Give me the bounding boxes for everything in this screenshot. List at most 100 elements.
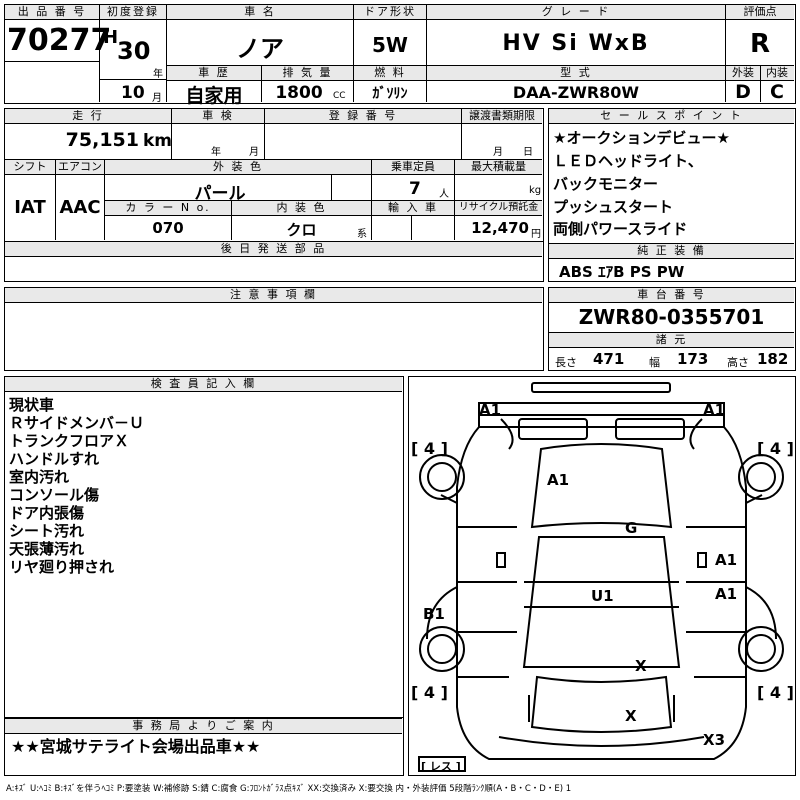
notes-block: 注 意 事 項 欄: [4, 287, 544, 371]
model-label: 型 式: [427, 66, 725, 81]
damage-a1-right-front-door: A1: [715, 551, 738, 569]
displacement: 1800: [275, 83, 323, 103]
interior-color: クロ: [286, 221, 317, 239]
model: DAA-ZWR80W: [512, 83, 640, 102]
interior-color-label: 内 装 色: [232, 201, 371, 216]
load-label: 最大積載量: [455, 160, 542, 175]
tire-rear-left: [ 4 ]: [411, 683, 448, 702]
damage-x3-rear-right: X3: [703, 731, 726, 749]
inspector-label: 検 査 員 記 入 欄: [5, 377, 402, 392]
inspector-note: リヤ廻り押され: [9, 558, 115, 576]
damage-a1-front-right: A1: [703, 401, 726, 419]
sales-point-item: ＬＥＤヘッドライト、: [553, 152, 703, 170]
inspector-note: シート汚れ: [9, 522, 85, 540]
height-label: 高さ: [727, 356, 749, 369]
color-no-label: カ ラ ー N o.: [105, 201, 231, 216]
grade-label: グ レ ー ド: [427, 5, 725, 20]
ac-label: エアコン: [56, 160, 104, 175]
office-label: 事 務 局 よ り ご 案 内: [5, 718, 402, 734]
lot-no: 70277: [7, 23, 112, 58]
first-reg-label: 初度登録: [100, 5, 166, 20]
later-parts-label: 後 日 発 送 部 品: [5, 242, 542, 257]
chassis-block: 車 台 番 号 ZWR80-0355701 諸 元 長さ 471 幅 173 高…: [548, 287, 796, 371]
capacity-label: 乗車定員: [372, 160, 454, 175]
history: 自家用: [185, 85, 243, 107]
grade: HV Si WxB: [502, 31, 650, 56]
spec-label: 諸 元: [549, 333, 794, 348]
inspector-note: ドア内張傷: [9, 504, 85, 522]
damage-x-rear-panel: X: [635, 657, 647, 675]
inspector-note: コンソール傷: [9, 486, 100, 504]
displacement-unit: CC: [333, 91, 346, 101]
inspector-note: 天張薄汚れ: [9, 540, 85, 558]
interior-label: 内装: [760, 66, 794, 81]
sales-points-label: セ ー ル ス ポ イ ン ト: [549, 109, 794, 124]
color-label: 外 装 色: [105, 160, 371, 175]
sales-point-item: ★オークションデビュー★: [553, 129, 730, 147]
transfer-label: 譲渡書類期限: [462, 109, 542, 124]
damage-u1-roof: U1: [591, 587, 614, 605]
tire-rear-right: [ 4 ]: [757, 683, 794, 702]
length-label: 長さ: [555, 356, 577, 369]
inspection-year-unit: 年: [211, 147, 221, 158]
inspector-block: 検 査 員 記 入 欄 現状車 Ｒサイドメンバ－Ｕ トランクフロアＸ ハンドルす…: [4, 376, 404, 718]
office-message: ★★宮城サテライト会場出品車★★: [11, 737, 261, 756]
shift-label: シフト: [5, 160, 55, 175]
damage-g-windshield: G: [625, 519, 638, 537]
shift: IAT: [14, 197, 46, 218]
ac: AAC: [59, 197, 101, 218]
legend: A:ｷｽﾞ U:ﾍｺﾐ B:ｷｽﾞを伴うﾍｺﾐ P:要塗装 W:補修跡 S:錆 …: [6, 784, 572, 794]
damage-a1-right-rear-door: A1: [715, 585, 738, 603]
tire-front-right: [ 4 ]: [757, 439, 794, 458]
equipment-label: 純 正 装 備: [549, 244, 794, 259]
car-body-outline: [418, 382, 784, 772]
equipment: ABS ｴｱB PS PW: [559, 263, 685, 281]
score-label: 評価点: [726, 5, 794, 20]
reg-no-label: 登 録 番 号: [265, 109, 461, 124]
displacement-label: 排 気 量: [262, 66, 353, 81]
vehicle-info-block: 走 行 75,151 km 車 検 年 月 登 録 番 号 譲渡書類期限 月 日…: [4, 108, 544, 242]
transfer-month-unit: 月: [493, 147, 503, 158]
exterior-score: D: [735, 81, 751, 103]
inspector-note: 室内汚れ: [9, 468, 70, 486]
car-name: ノア: [236, 35, 284, 63]
interior-score: C: [770, 81, 784, 103]
length: 471: [593, 350, 625, 368]
lot-no-label: 出 品 番 号: [5, 5, 99, 20]
history-label: 車 歴: [167, 66, 261, 81]
capacity-unit: 人: [439, 189, 449, 200]
door-label: ドア形状: [354, 5, 426, 20]
year-unit: 年: [153, 69, 163, 80]
inspector-note: 現状車: [9, 396, 55, 414]
height: 182: [757, 350, 789, 368]
interior-color-unit: 系: [357, 229, 367, 240]
spare-tire: [ レス ]: [421, 760, 461, 773]
recycle-unit: 円: [531, 229, 541, 240]
damage-a1-front-left: A1: [479, 401, 502, 419]
door: 5W: [372, 33, 408, 57]
recycle: 12,470: [471, 219, 529, 237]
width-label: 幅: [649, 356, 660, 369]
sales-point-item: バックモニター: [553, 175, 659, 193]
first-reg-month: 10: [121, 83, 145, 103]
damage-a1-hood: A1: [547, 471, 570, 489]
width: 173: [677, 350, 709, 368]
score: R: [749, 29, 771, 59]
era: H: [103, 27, 119, 48]
notes-label: 注 意 事 項 欄: [5, 288, 542, 303]
import-label: 輸 入 車: [372, 201, 454, 216]
month-unit: 月: [152, 93, 162, 104]
capacity: 7: [409, 179, 421, 199]
sales-point-item: 両側パワースライド: [553, 220, 688, 238]
sales-points-block: セ ー ル ス ポ イ ン ト ★オークションデビュー★ ＬＥＤヘッドライト、 …: [548, 108, 796, 282]
load-unit: kg: [529, 185, 542, 196]
recycle-label: リサイクル預託金: [455, 201, 542, 216]
inspector-note: Ｒサイドメンバ－Ｕ: [9, 414, 145, 432]
header-block: 出 品 番 号 70277 初度登録 H 30 年 10 月 車 名 ノア 車 …: [4, 4, 796, 107]
transfer-day-unit: 日: [523, 147, 533, 158]
fuel: ｶﾞｿﾘﾝ: [372, 86, 408, 102]
inspection-label: 車 検: [172, 109, 264, 124]
first-reg-year: 30: [117, 37, 151, 65]
fuel-label: 燃 料: [354, 66, 426, 81]
damage-b1-left-side: B1: [423, 605, 445, 623]
